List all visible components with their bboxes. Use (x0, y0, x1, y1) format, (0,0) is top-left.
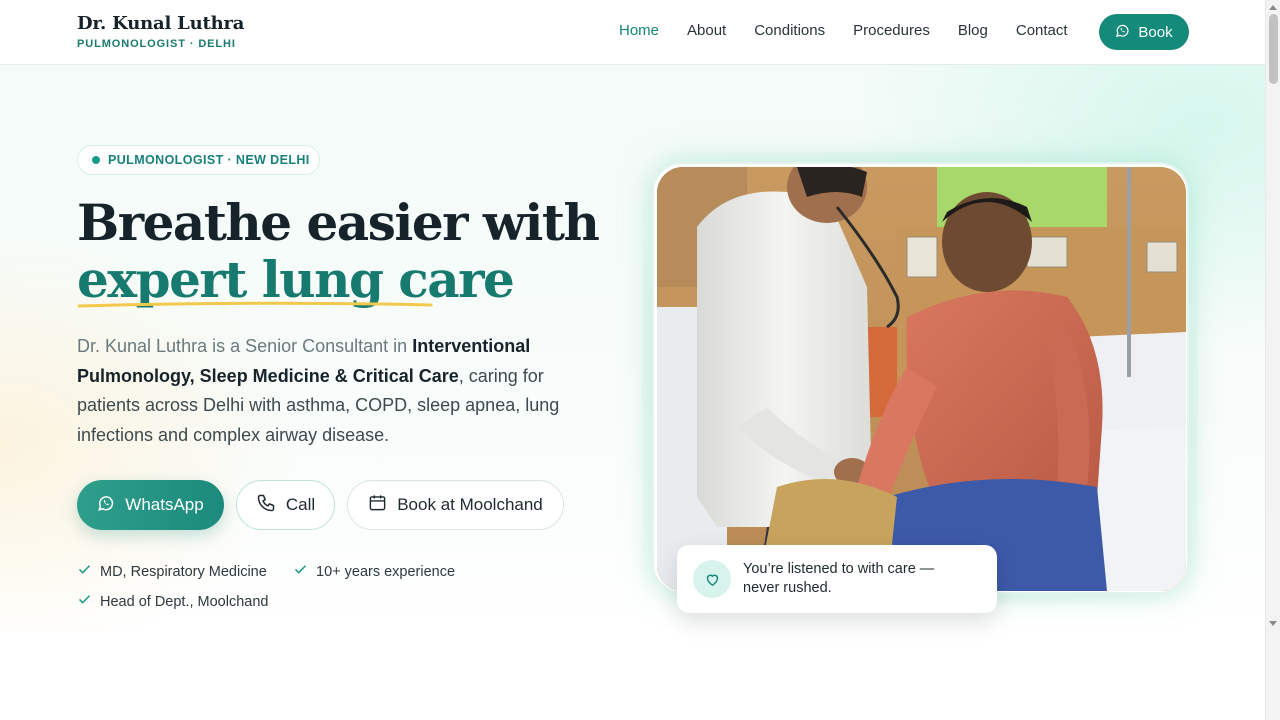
scroll-up-arrow-icon[interactable] (1269, 5, 1277, 10)
lead-part1: Dr. Kunal Luthra is a Senior Consultant … (77, 336, 413, 356)
hero-lead: Dr. Kunal Luthra is a Senior Consultant … (77, 332, 597, 450)
cta-buttons: WhatsApp Call Book at Moolchand (77, 480, 564, 530)
headline-line1: Breathe easier with (77, 193, 600, 252)
page-scrollbar[interactable] (1265, 0, 1280, 720)
hero-photo-frame (652, 162, 1189, 594)
nav-blog[interactable]: Blog (958, 22, 988, 39)
hero-headline: Breathe easier with expert lung care (77, 193, 600, 308)
site-header: Dr. Kunal Luthra PULMONOLOGIST · DELHI H… (0, 0, 1265, 65)
book-button-label: Book (1138, 23, 1173, 41)
brand-subtitle: PULMONOLOGIST · DELHI (77, 38, 236, 50)
whatsapp-button-label: WhatsApp (125, 495, 204, 514)
nav-home[interactable]: Home (619, 22, 659, 39)
specialty-badge: PULMONOLOGIST · NEW DELHI (77, 145, 320, 175)
credential-item: MD, Respiratory Medicine (77, 562, 267, 581)
check-icon (77, 592, 92, 611)
brand[interactable]: Dr. Kunal Luthra PULMONOLOGIST · DELHI (77, 13, 244, 50)
nav-about[interactable]: About (687, 22, 726, 39)
nav-procedures[interactable]: Procedures (853, 22, 930, 39)
headline-accent: expert lung care (77, 251, 515, 308)
whatsapp-icon (97, 494, 115, 517)
check-icon (293, 562, 308, 581)
badge-dot (92, 156, 100, 164)
call-button-label: Call (285, 495, 316, 514)
care-quote-card: You’re listened to with care — never rus… (677, 545, 997, 613)
headline-underline (77, 301, 433, 308)
whatsapp-icon (1115, 23, 1130, 42)
heart-icon (693, 560, 731, 598)
main-nav: Home About Conditions Procedures Blog Co… (619, 22, 1096, 39)
hero-photo (657, 167, 1186, 591)
nav-conditions[interactable]: Conditions (754, 22, 825, 39)
credential-item: Head of Dept., Moolchand (77, 592, 268, 611)
badge-label: PULMONOLOGIST · NEW DELHI (108, 153, 310, 167)
call-button[interactable]: Call (236, 480, 335, 530)
scrollbar-thumb[interactable] (1269, 14, 1278, 84)
nav-contact[interactable]: Contact (1016, 22, 1068, 39)
phone-icon (256, 493, 276, 518)
credential-item: 10+ years experience (293, 562, 455, 581)
book-moolchand-label: Book at Moolchand (397, 495, 543, 514)
doctor-patient-illustration (657, 167, 1186, 591)
book-moolchand-button[interactable]: Book at Moolchand (347, 480, 564, 530)
whatsapp-button[interactable]: WhatsApp (77, 480, 224, 530)
care-quote-text: You’re listened to with care — never rus… (743, 561, 935, 596)
scroll-down-arrow-icon[interactable] (1269, 621, 1277, 626)
credential-text: MD, Respiratory Medicine (100, 563, 267, 580)
book-button[interactable]: Book (1099, 14, 1189, 50)
check-icon (77, 562, 92, 581)
credential-text: Head of Dept., Moolchand (100, 593, 269, 610)
brand-name: Dr. Kunal Luthra (77, 13, 245, 34)
credential-text: 10+ years experience (316, 563, 456, 580)
calendar-icon (368, 493, 387, 517)
